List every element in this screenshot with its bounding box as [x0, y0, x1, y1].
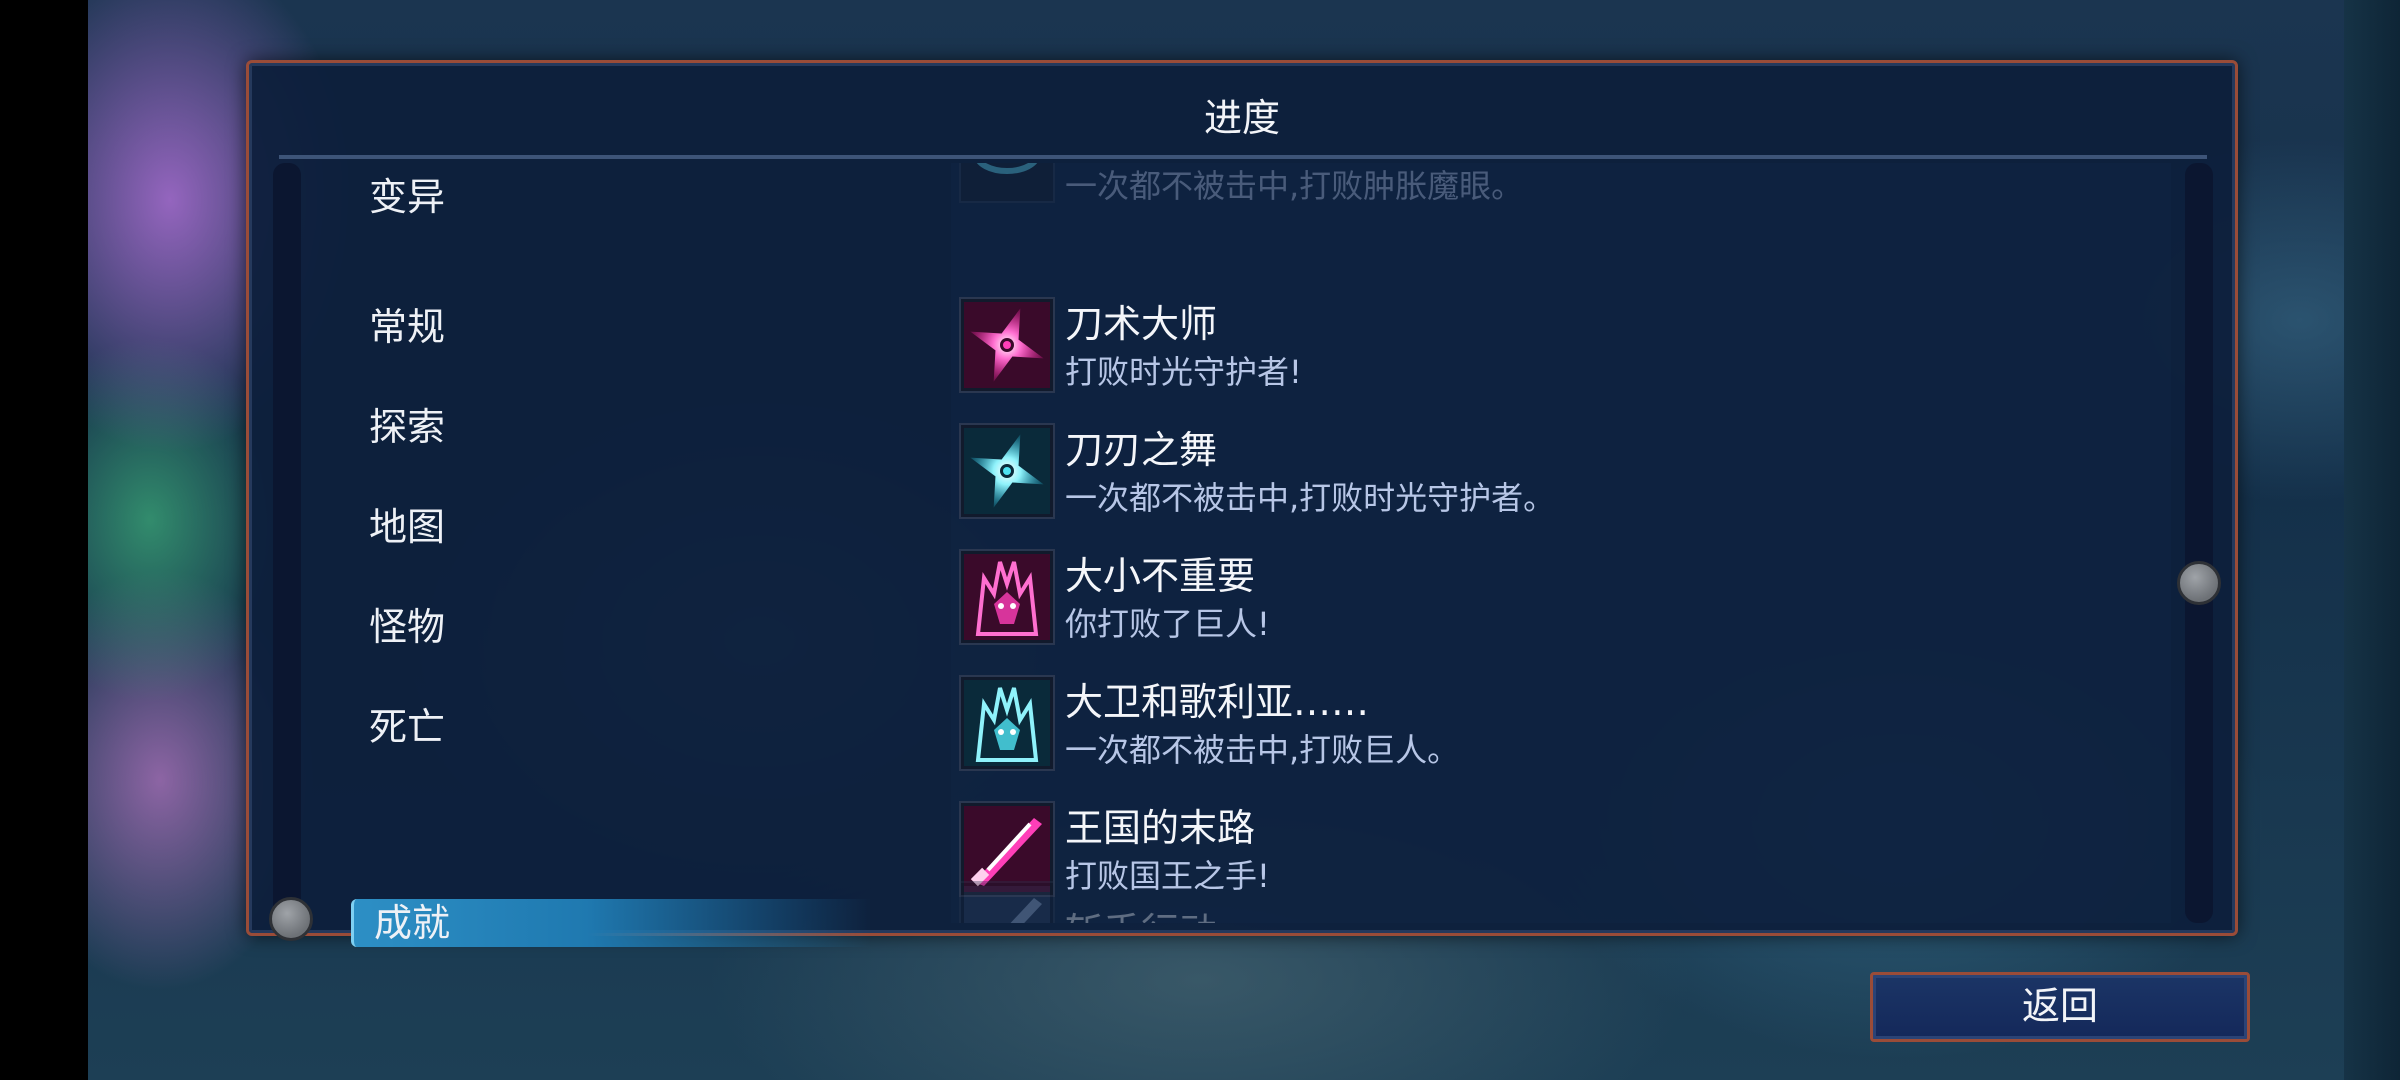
shuriken-icon: [959, 297, 1055, 393]
category-label: 常规: [369, 305, 446, 349]
giant-icon: [959, 549, 1055, 645]
giant-icon: [959, 675, 1055, 771]
category-label: 变异: [369, 175, 446, 219]
achievement-scroll-thumb[interactable]: [2177, 561, 2221, 605]
screen-edge-right: [2344, 0, 2400, 1080]
achievement-item[interactable]: 刀术大师 打败时光守护者!: [951, 297, 2171, 401]
category-label: 探索: [369, 405, 446, 449]
category-item-exploration[interactable]: 探索: [349, 403, 869, 451]
screen-edge-left: [0, 0, 88, 1080]
category-item-mutation[interactable]: 变异: [349, 173, 869, 221]
achievement-name: 王国的末路: [1065, 806, 1256, 850]
achievement-description: 打败时光守护者!: [1065, 353, 1302, 391]
category-item-general[interactable]: 常规: [349, 303, 869, 351]
category-item-deaths[interactable]: 死亡: [349, 703, 869, 751]
achievement-name: 大小不重要: [1065, 554, 1256, 598]
shuriken-icon: [959, 423, 1055, 519]
category-label: 死亡: [369, 705, 446, 749]
category-label: 怪物: [369, 605, 446, 649]
achievement-description: 你打败了巨人!: [1065, 605, 1270, 643]
progress-panel: 进度 变异 常规 探索 地图 怪物 死亡 成就 一次都不被击中,打败肿胀魔眼。 …: [246, 60, 2238, 947]
achievement-description: 一次都不被击中,打败巨人。: [1065, 731, 1460, 769]
achievement-list[interactable]: 一次都不被击中,打败肿胀魔眼。 刀术大师 打败时光守护者! 刀刃之舞 一次都不被…: [951, 163, 2171, 923]
achievement-scrollbar[interactable]: [2185, 163, 2213, 923]
back-button[interactable]: 返回: [1870, 972, 2250, 1042]
category-label: 地图: [369, 505, 446, 549]
title-divider: [279, 155, 2207, 159]
category-item-map[interactable]: 地图: [349, 503, 869, 551]
category-label: 成就: [374, 901, 451, 945]
category-item-achievements[interactable]: 成就: [351, 899, 871, 947]
achievement-name: 刀术大师: [1065, 302, 1218, 346]
category-scrollbar[interactable]: [273, 163, 301, 923]
achievement-item[interactable]: 刀刃之舞 一次都不被击中,打败时光守护者。: [951, 423, 2171, 527]
achievement-item[interactable]: 斩手行动: [951, 881, 2171, 923]
achievement-name: 刀刃之舞: [1065, 428, 1218, 472]
blade-icon: [959, 881, 1055, 923]
achievement-item[interactable]: 大小不重要 你打败了巨人!: [951, 549, 2171, 653]
achievement-name: 大卫和歌利亚……: [1065, 680, 1370, 724]
panel-title: 进度: [1203, 96, 1280, 140]
category-scroll-thumb[interactable]: [269, 897, 313, 941]
achievement-item[interactable]: 大卫和歌利亚…… 一次都不被击中,打败巨人。: [951, 675, 2171, 779]
achievement-item[interactable]: 一次都不被击中,打败肿胀魔眼。: [951, 163, 2171, 211]
category-list: 变异 常规 探索 地图 怪物 死亡 成就: [349, 173, 871, 947]
achievement-description: 一次都不被击中,打败时光守护者。: [1065, 479, 1556, 517]
achievement-description: 一次都不被击中,打败肿胀魔眼。: [1065, 167, 1524, 205]
category-item-monsters[interactable]: 怪物: [349, 603, 869, 651]
eye-icon: [959, 163, 1055, 203]
achievement-name: 斩手行动: [1065, 901, 1217, 923]
